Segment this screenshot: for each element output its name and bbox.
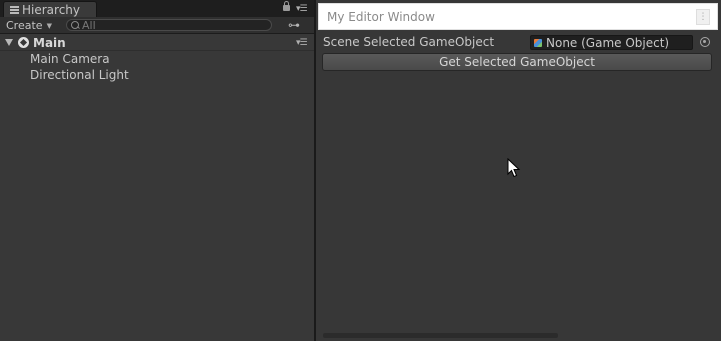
lock-icon[interactable] [283,1,290,11]
chevron-down-icon: ▼ [46,21,52,30]
scene-name: Main [33,35,66,50]
hierarchy-tab-label: Hierarchy [22,2,81,17]
mouse-cursor-icon [507,158,521,178]
hierarchy-tab[interactable]: Hierarchy [3,1,97,17]
foldout-arrow-icon[interactable] [5,39,13,46]
editor-title-bar[interactable]: My Editor Window ⋮ [318,3,718,30]
gameobject-cube-icon [533,38,543,48]
hierarchy-panel: Hierarchy ▾☰ Create ▼ ⊶ Main ▾☰ Main Cam… [0,0,314,341]
object-field-value: None (Game Object) [546,35,670,50]
search-field[interactable] [66,19,272,31]
tree-item[interactable]: Main Camera [30,51,110,67]
hierarchy-tab-bar: Hierarchy ▾☰ [0,0,314,17]
window-menu-icon[interactable]: ⋮ [696,9,710,25]
search-icon [71,20,81,30]
tab-menu-icon[interactable]: ▾☰ [296,5,308,14]
scene-menu-icon[interactable]: ▾☰ [296,38,308,48]
filter-icon[interactable]: ⊶ [285,18,303,32]
create-button[interactable]: Create ▼ [6,18,52,33]
search-input[interactable] [82,19,262,31]
scene-row[interactable]: Main ▾☰ [0,35,314,51]
get-selected-gameobject-button[interactable]: Get Selected GameObject [322,53,712,71]
gameobject-object-field[interactable]: None (Game Object) [530,35,693,50]
tree-item[interactable]: Directional Light [30,67,129,83]
list-icon [10,5,19,14]
create-button-label: Create [6,19,43,32]
unity-editor: Hierarchy ▾☰ Create ▼ ⊶ Main ▾☰ Main Cam… [0,0,721,341]
hierarchy-toolbar: Create ▼ ⊶ [0,17,314,34]
window-title: My Editor Window [327,10,435,24]
editor-body: Scene Selected GameObject None (Game Obj… [316,31,721,341]
scene-gameobject-label: Scene Selected GameObject [323,35,495,49]
object-picker-icon[interactable] [700,37,710,47]
horizontal-scrollbar[interactable] [323,333,558,338]
unity-logo-icon [18,37,29,48]
